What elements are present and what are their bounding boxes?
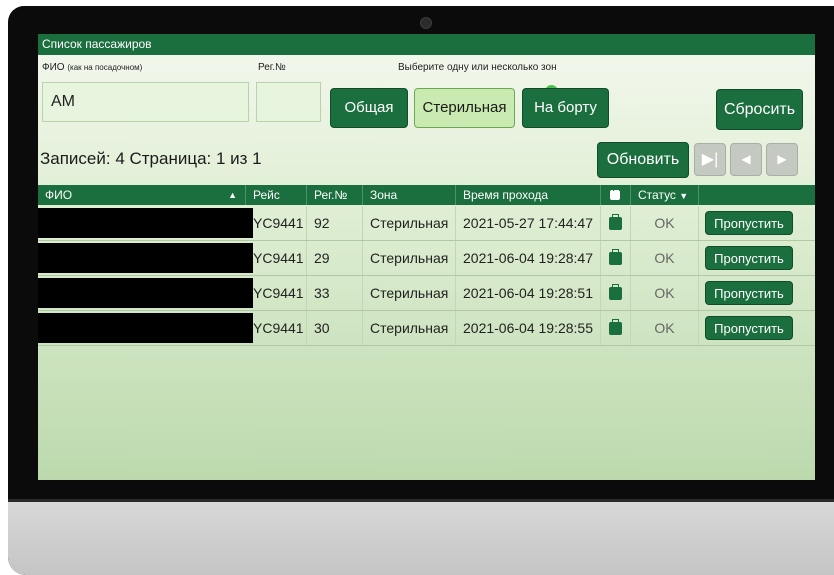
cell-time: 2021-06-04 19:28:51 [456, 276, 601, 310]
table-row[interactable]: YC9441 29 Стерильная 2021-06-04 19:28:47… [38, 241, 815, 276]
cell-flight: YC9441 [246, 206, 307, 240]
cell-flight: YC9441 [246, 276, 307, 310]
table-row[interactable]: YC9441 33 Стерильная 2021-06-04 19:28:51… [38, 276, 815, 311]
cell-zone: Стерильная [363, 276, 456, 310]
cell-flight: YC9441 [246, 241, 307, 275]
pass-button[interactable]: Пропустить [705, 246, 793, 270]
cell-status: OK [631, 241, 699, 275]
redacted-name [38, 278, 253, 308]
cell-zone: Стерильная [363, 311, 456, 345]
table-row[interactable]: YC9441 92 Стерильная 2021-05-27 17:44:47… [38, 206, 815, 241]
cell-baggage [601, 241, 631, 275]
col-header-fio[interactable]: ФИО ▲ [38, 185, 246, 205]
cell-flight: YC9441 [246, 311, 307, 345]
cell-reg: 30 [307, 311, 363, 345]
redacted-name [38, 243, 253, 273]
table-header: ФИО ▲ Рейс Рег.№ Зона Время прохода Стат… [38, 185, 815, 205]
col-header-fio-label: ФИО [45, 188, 73, 202]
caret-up-icon: ▲ [228, 190, 237, 200]
col-header-zone[interactable]: Зона [363, 185, 456, 205]
col-header-baggage[interactable] [601, 185, 631, 205]
col-header-action [699, 185, 815, 205]
prev-page-icon[interactable]: ◀ [730, 143, 762, 176]
briefcase-icon[interactable] [609, 214, 622, 230]
redacted-name [38, 313, 253, 343]
fio-label-sub: (как на посадочном) [67, 63, 143, 72]
zone-sterile-button[interactable]: Стерильная [414, 88, 515, 128]
col-header-time[interactable]: Время прохода [456, 185, 601, 205]
col-header-status-label: Статус [638, 188, 676, 202]
cell-zone: Стерильная [363, 241, 456, 275]
cell-baggage [601, 311, 631, 345]
monitor-frame: Список пассажиров ФИО (как на посадочном… [8, 6, 834, 575]
redacted-name [38, 208, 253, 238]
col-header-flight[interactable]: Рейс [246, 185, 307, 205]
pass-button[interactable]: Пропустить [705, 281, 793, 305]
briefcase-icon[interactable] [609, 319, 622, 335]
fio-label: ФИО (как на посадочном) [42, 62, 142, 73]
zones-label: Выберите одну или несколько зон [398, 62, 557, 73]
fio-label-text: ФИО [42, 62, 65, 73]
zone-general-button[interactable]: Общая [330, 88, 408, 128]
cell-reg: 33 [307, 276, 363, 310]
briefcase-icon [610, 187, 620, 200]
records-counter: Записей: 4 Страница: 1 из 1 [40, 149, 262, 168]
zone-onboard-button[interactable]: На борту [522, 88, 609, 128]
col-header-reg[interactable]: Рег.№ [307, 185, 363, 205]
cell-time: 2021-06-04 19:28:55 [456, 311, 601, 345]
cell-baggage [601, 276, 631, 310]
cell-status: OK [631, 206, 699, 240]
col-header-status[interactable]: Статус ▼ [631, 185, 699, 205]
reg-label: Рег.№ [258, 62, 286, 73]
caret-down-icon: ▼ [679, 191, 689, 201]
pass-button[interactable]: Пропустить [705, 211, 793, 235]
cell-reg: 29 [307, 241, 363, 275]
next-page-icon[interactable]: ▶ [766, 143, 798, 176]
table-row[interactable]: YC9441 30 Стерильная 2021-06-04 19:28:55… [38, 311, 815, 346]
cell-time: 2021-05-27 17:44:47 [456, 206, 601, 240]
refresh-button[interactable]: Обновить [597, 142, 689, 178]
reg-input[interactable] [256, 82, 321, 122]
briefcase-icon[interactable] [609, 249, 622, 265]
cell-baggage [601, 206, 631, 240]
cell-status: OK [631, 276, 699, 310]
fio-input[interactable]: АМ [42, 82, 249, 122]
cell-reg: 92 [307, 206, 363, 240]
window-title: Список пассажиров [38, 34, 815, 55]
first-page-icon[interactable]: ▶| [694, 143, 726, 176]
cell-status: OK [631, 311, 699, 345]
reset-button[interactable]: Сбросить [716, 89, 803, 130]
briefcase-icon[interactable] [609, 284, 622, 300]
cell-time: 2021-06-04 19:28:47 [456, 241, 601, 275]
app-screen: Список пассажиров ФИО (как на посадочном… [38, 34, 815, 480]
camera-icon [420, 17, 432, 29]
pass-button[interactable]: Пропустить [705, 316, 793, 340]
cell-zone: Стерильная [363, 206, 456, 240]
monitor-chin [8, 499, 834, 575]
